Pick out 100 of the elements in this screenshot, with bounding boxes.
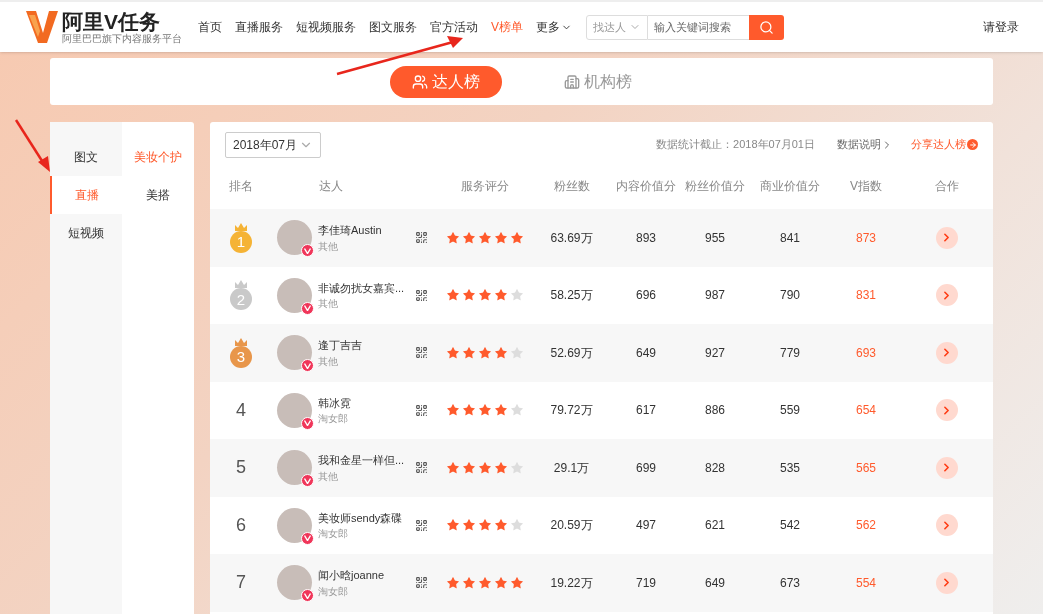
talent-source: 淘女郎 <box>318 584 349 599</box>
cooperate-button[interactable] <box>935 571 958 594</box>
star-icon <box>446 230 460 245</box>
fan-value-score: 987 <box>704 287 726 305</box>
column-header: 粉丝价值分 <box>684 178 746 195</box>
talent-name[interactable]: 李佳琦Austin <box>318 222 382 239</box>
star-icon <box>446 288 460 303</box>
star-icon <box>510 403 524 418</box>
category-item[interactable]: 短视频 <box>50 214 122 252</box>
logo-tagline: 阿里巴巴旗下内容服务平台 <box>62 33 182 44</box>
more-menu[interactable]: 更多 <box>536 18 572 36</box>
column-header: 服务评分 <box>460 178 510 195</box>
column-header: 粉丝数 <box>552 178 591 195</box>
v-index: 565 <box>855 459 877 477</box>
business-score: 790 <box>779 287 801 305</box>
verified-badge-icon <box>301 301 314 315</box>
verified-badge-icon <box>301 589 314 603</box>
data-cutoff-date: 数据统计截止：2018年07月01日 <box>656 137 815 153</box>
cooperate-button[interactable] <box>935 399 958 422</box>
fan-value-score: 828 <box>704 459 726 477</box>
search-button[interactable] <box>749 14 784 40</box>
star-icon <box>462 230 476 245</box>
rank-number: 6 <box>236 513 246 537</box>
star-icon <box>510 460 524 475</box>
talent-name[interactable]: 我和金星一样但... <box>318 452 405 469</box>
star-icon <box>462 460 476 475</box>
qr-code-icon[interactable] <box>415 461 428 475</box>
verified-badge-icon <box>301 359 314 373</box>
nav-link[interactable]: 直播服务 <box>235 18 283 36</box>
fan-value-score: 886 <box>704 402 726 420</box>
fan-value-score: 955 <box>704 229 726 247</box>
nav-link[interactable]: 短视频服务 <box>296 18 356 36</box>
verified-badge-icon <box>301 474 314 488</box>
rank-medal: 1 <box>230 230 252 253</box>
rank-number: 5 <box>236 456 246 480</box>
star-icon <box>494 460 508 475</box>
star-icon <box>494 518 508 533</box>
cooperate-button[interactable] <box>935 226 958 249</box>
rank-medal: 3 <box>230 345 252 368</box>
qr-code-icon[interactable] <box>415 288 428 302</box>
content-score: 617 <box>635 402 657 420</box>
data-explanation-link[interactable]: 数据说明 <box>837 136 893 153</box>
star-icon <box>478 518 492 533</box>
star-icon <box>510 288 524 303</box>
logo-icon <box>26 9 58 45</box>
month-dropdown[interactable]: 2018年07月 <box>225 131 321 158</box>
star-icon <box>510 230 524 245</box>
people-icon <box>411 73 428 90</box>
v-index: 693 <box>855 344 877 362</box>
column-header: 排名 <box>228 178 254 195</box>
qr-code-icon[interactable] <box>415 346 428 360</box>
content-score: 497 <box>635 517 657 535</box>
qr-code-icon[interactable] <box>415 518 428 532</box>
verified-badge-icon <box>301 244 314 258</box>
star-icon <box>510 518 524 533</box>
nav-link[interactable]: 图文服务 <box>369 18 417 36</box>
fan-value-score: 649 <box>704 574 726 592</box>
search-field[interactable]: 输入关键词搜索 <box>648 14 749 40</box>
cooperate-button[interactable] <box>935 284 958 307</box>
star-icon <box>494 575 508 590</box>
qr-code-icon[interactable] <box>415 231 428 245</box>
business-score: 673 <box>779 574 801 592</box>
fans-count: 63.69万 <box>549 229 594 247</box>
cooperate-button[interactable] <box>935 341 958 364</box>
crown-icon <box>235 222 247 231</box>
content-score: 696 <box>635 287 657 305</box>
subcategory-item[interactable]: 美搭 <box>122 176 194 214</box>
verified-badge-icon <box>301 416 314 430</box>
business-score: 841 <box>779 229 801 247</box>
logo-title: 阿里V任务 <box>62 10 161 33</box>
qr-code-icon[interactable] <box>415 403 428 417</box>
talent-name[interactable]: 逢丁吉吉 <box>318 337 362 354</box>
star-icon <box>478 403 492 418</box>
category-item[interactable]: 图文 <box>50 138 122 176</box>
star-icon <box>510 345 524 360</box>
star-icon <box>478 575 492 590</box>
star-icon <box>462 518 476 533</box>
talent-name[interactable]: 韩冰霓 <box>318 394 351 411</box>
star-icon <box>478 288 492 303</box>
star-icon <box>478 460 492 475</box>
cooperate-button[interactable] <box>935 456 958 479</box>
v-index: 873 <box>855 229 877 247</box>
star-icon <box>478 345 492 360</box>
star-icon <box>494 230 508 245</box>
star-icon <box>462 403 476 418</box>
crown-icon <box>235 280 247 289</box>
nav-link[interactable]: 官方活动 <box>430 18 478 36</box>
talent-name[interactable]: 美妆师sendy森碟 <box>318 509 403 526</box>
business-score: 559 <box>779 402 801 420</box>
nav-link[interactable]: 首页 <box>198 18 222 36</box>
talent-name[interactable]: 闻小晗joanne <box>318 567 385 584</box>
qr-code-icon[interactable] <box>415 576 428 590</box>
star-icon <box>446 518 460 533</box>
star-icon <box>494 403 508 418</box>
v-index: 562 <box>855 517 877 535</box>
talent-name[interactable]: 非诚勿扰女嘉宾... <box>318 279 405 296</box>
star-icon <box>446 460 460 475</box>
login-link[interactable]: 请登录 <box>983 18 1019 36</box>
cooperate-button[interactable] <box>935 514 958 537</box>
star-icon <box>462 575 476 590</box>
